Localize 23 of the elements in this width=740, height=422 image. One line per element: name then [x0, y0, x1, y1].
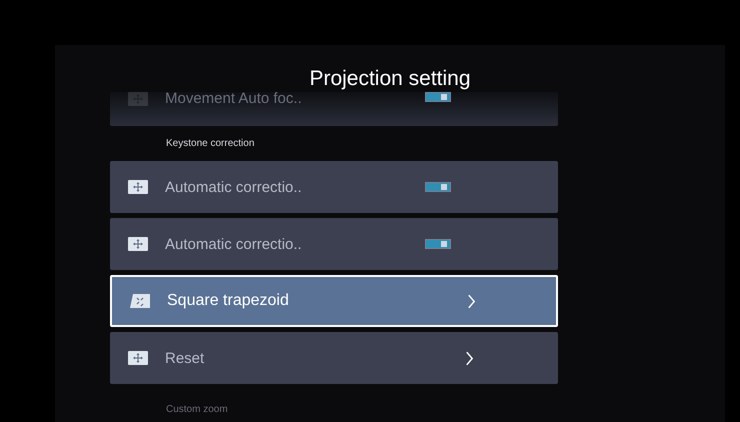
toggle-switch[interactable]: [425, 239, 451, 249]
menu-item[interactable]: Automatic correctio..: [110, 161, 558, 213]
page-title: Projection setting: [309, 66, 471, 92]
arrows-icon: [128, 92, 148, 106]
item-label: Reset: [165, 350, 206, 366]
item-label: Square trapezoid: [167, 292, 290, 310]
chevron-right-icon: [467, 294, 476, 308]
arrows-icon: [128, 351, 148, 365]
arrows-icon: [128, 180, 148, 194]
trapezoid-icon: [130, 294, 150, 308]
menu-item[interactable]: Square trapezoid: [110, 275, 558, 327]
arrows-icon: [128, 237, 148, 251]
menu-item[interactable]: Automatic correctio..: [110, 218, 558, 270]
item-label: Automatic correctio..: [165, 178, 303, 196]
toggle-switch[interactable]: [425, 92, 451, 102]
toggle-switch[interactable]: [425, 182, 451, 192]
menu-item[interactable]: Movement Auto foc..: [110, 92, 558, 126]
section-heading: Custom zoom: [165, 403, 229, 417]
chevron-right-icon: [465, 350, 474, 366]
section-heading: Keystone correction: [165, 137, 256, 151]
menu-item[interactable]: Reset: [110, 332, 558, 384]
item-label: Movement Auto foc..: [165, 92, 303, 106]
item-label: Automatic correctio..: [165, 236, 303, 252]
